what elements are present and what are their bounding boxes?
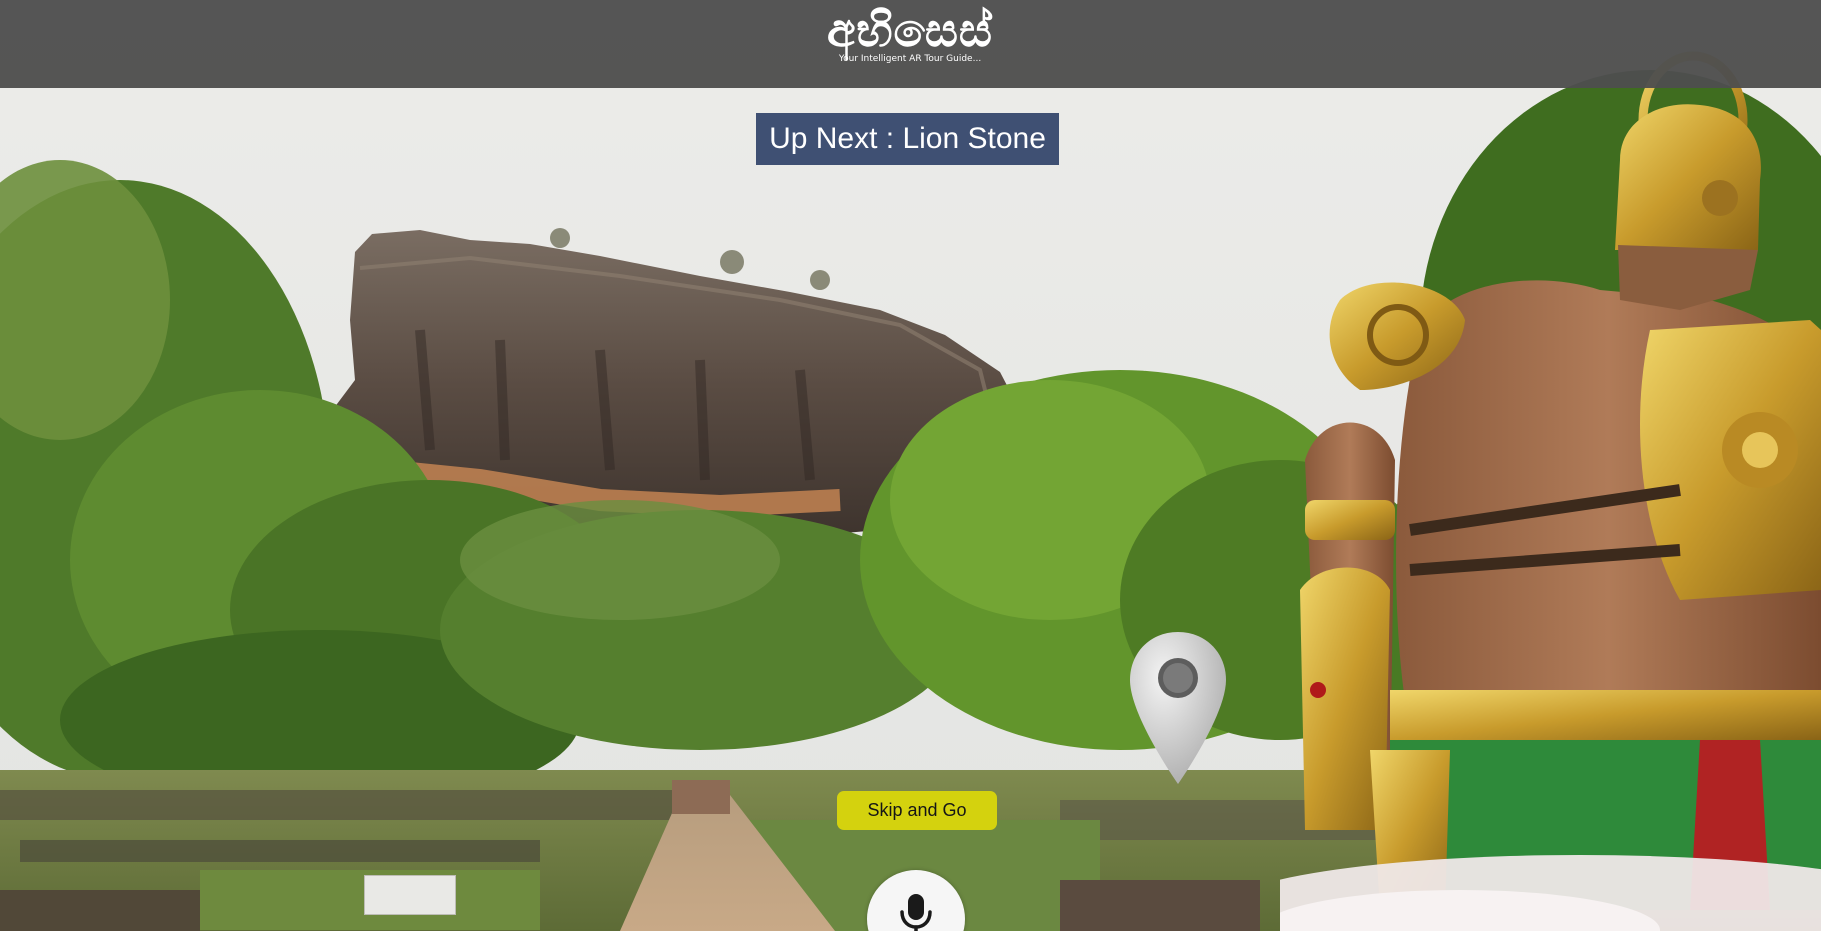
site-sign-board xyxy=(364,875,456,915)
map-pin-icon[interactable] xyxy=(1126,628,1230,788)
logo-tagline: Your Intelligent AR Tour Guide... xyxy=(838,54,982,64)
ar-guide-character xyxy=(1280,51,1821,931)
up-next-banner: Up Next : Lion Stone xyxy=(756,113,1059,165)
app-logo: අභිසෙස් Your Intelligent AR Tour Guide..… xyxy=(820,4,1000,68)
skip-and-go-button[interactable]: Skip and Go xyxy=(837,791,997,830)
logo-title: අභිසෙස් xyxy=(826,3,993,57)
microphone-icon xyxy=(900,894,932,931)
app-header: අභිසෙස් Your Intelligent AR Tour Guide..… xyxy=(0,0,1821,88)
